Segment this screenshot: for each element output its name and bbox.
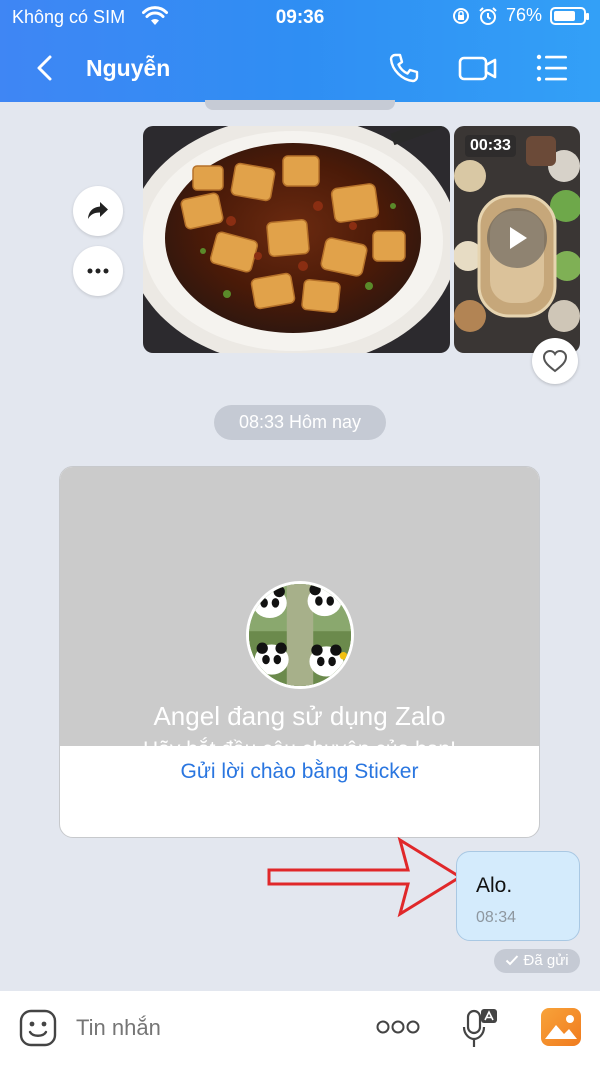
rotation-lock-icon [452,7,469,24]
message-time: 08:34 [476,909,517,926]
video-duration: 00:33 [465,135,516,157]
annotation-arrow [267,836,463,918]
battery-icon [550,6,589,25]
greeting-name-line: Angel đang sử dụng Zalo [153,701,446,731]
battery-percent: 76% [505,5,542,25]
chat-title[interactable]: Nguyễn [86,55,170,82]
share-arrow-icon [88,202,108,219]
greeting-card: Angel đang sử dụng Zalo Hãy bắt đầu câu … [59,466,540,838]
react-button[interactable] [532,338,578,384]
forward-button[interactable] [73,186,123,236]
voice-to-text-icon[interactable] [462,1007,498,1049]
message-text: Alo. [476,874,513,897]
heart-icon [542,349,568,373]
food-photo[interactable] [143,126,450,353]
back-icon[interactable] [30,52,62,84]
more-actions-icon[interactable] [376,1020,420,1034]
date-separator: 08:33 Hôm nay [214,405,386,440]
phone-icon[interactable] [386,50,422,86]
sent-message-bubble[interactable]: Alo. 08:34 [456,851,580,941]
avatar[interactable] [246,581,354,689]
chat-header: Nguyễn [0,40,600,96]
video-thumbnail[interactable] [454,126,580,353]
send-sticker-greeting-button[interactable]: Gửi lời chào bằng Sticker [60,747,539,837]
gallery-image-icon[interactable] [540,1007,582,1047]
top-bar: Không có SIM 09:36 76% Nguyễn [0,0,600,102]
video-call-icon[interactable] [457,50,499,86]
sent-status-label: Đã gửi [523,952,569,969]
message-input[interactable] [76,1013,346,1043]
more-options-button[interactable] [73,246,123,296]
more-dots-icon [87,268,109,274]
composer-bar [0,991,600,1067]
menu-list-icon[interactable] [534,50,570,86]
alarm-icon [479,6,497,25]
previous-timestamp-pill [205,100,395,110]
status-badge: Đã gửi [494,949,580,973]
status-bar: Không có SIM 09:36 76% [0,0,600,34]
sticker-emoji-icon[interactable] [19,1009,57,1047]
check-icon [506,955,519,966]
